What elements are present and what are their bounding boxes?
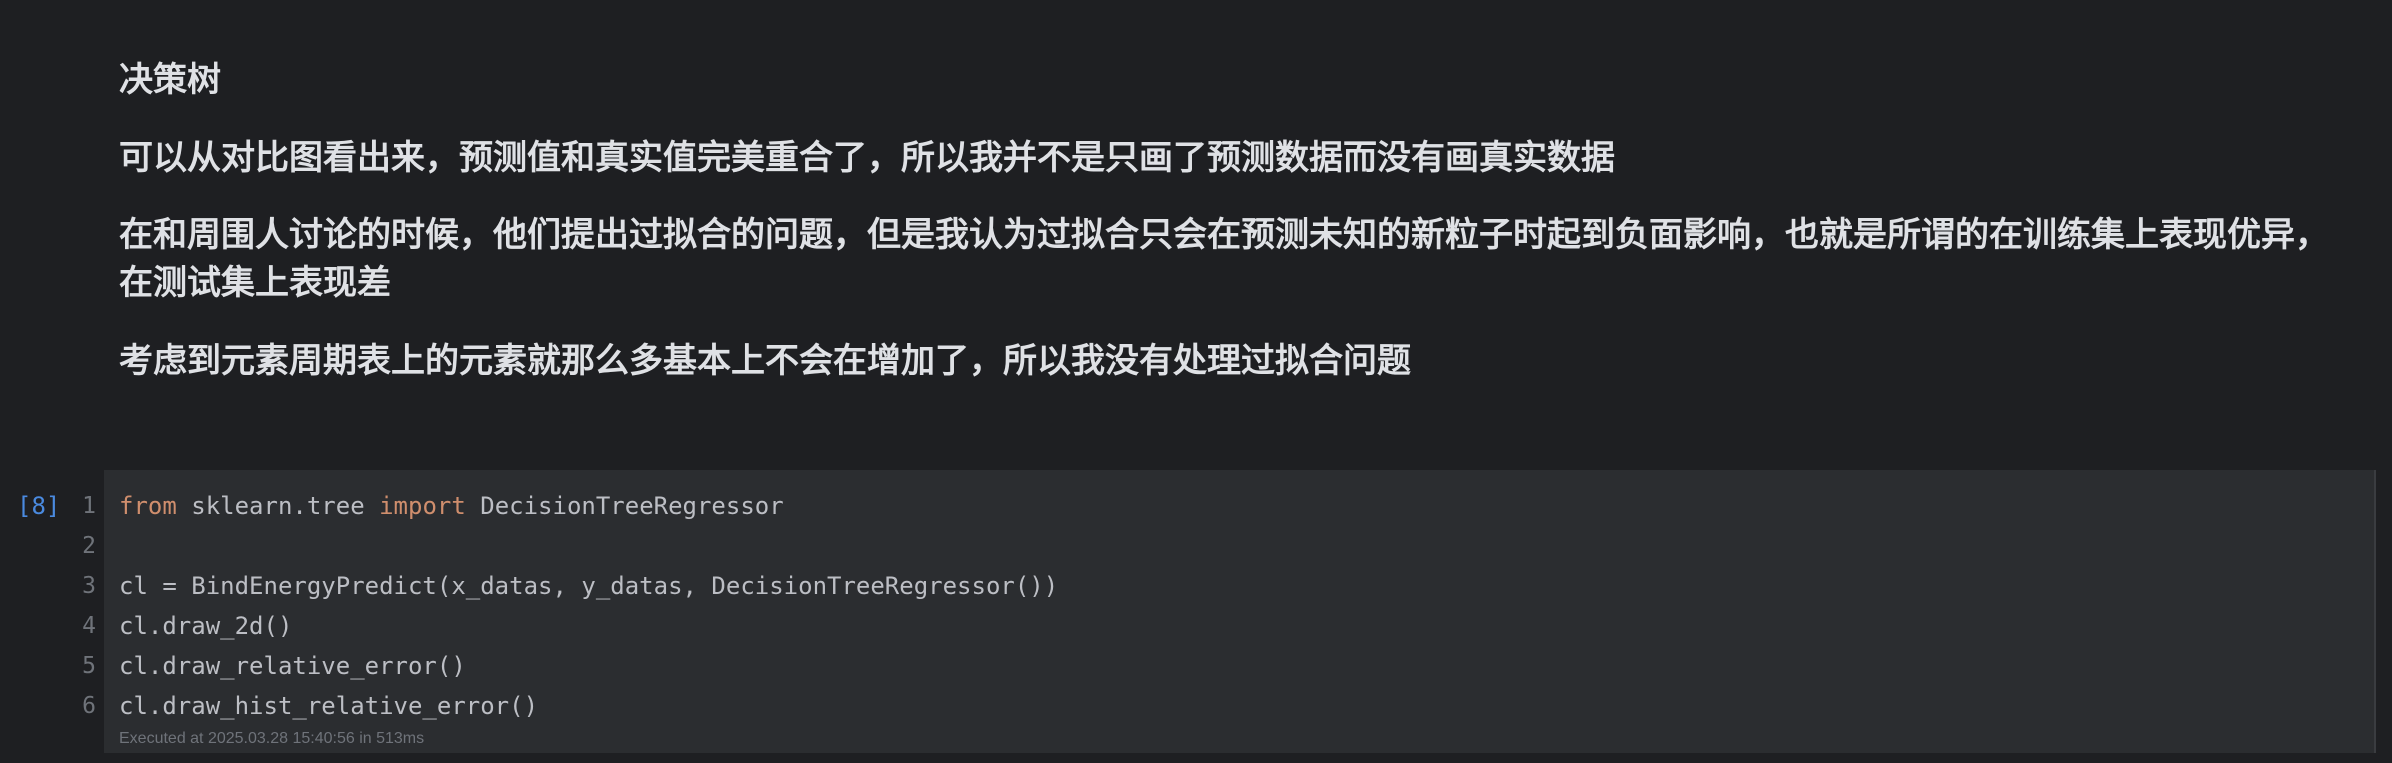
line-number: 6 [82,693,96,719]
keyword-import: import [379,492,466,520]
markdown-heading: 决策树 [119,60,221,100]
line-number: 3 [82,573,96,599]
code-text: cl.draw_hist_relative_error() [119,692,539,720]
line-number: 5 [82,653,96,679]
code-cell[interactable]: [8] 1 from sklearn.tree import DecisionT… [0,470,2392,763]
keyword-from: from [119,492,177,520]
code-line-3[interactable]: 3 cl = BindEnergyPredict(x_datas, y_data… [82,566,2376,606]
line-number: 4 [82,613,96,639]
markdown-paragraph-3: 考虑到元素周期表上的元素就那么多基本上不会在增加了，所以我没有处理过拟合问题 [119,341,1411,381]
line-number: 1 [82,493,96,519]
code-text: cl.draw_relative_error() [119,652,466,680]
module-name: sklearn.tree [176,492,380,520]
import-name: DecisionTreeRegressor [465,492,784,520]
code-editor[interactable]: 1 from sklearn.tree import DecisionTreeR… [82,470,2376,753]
markdown-cell[interactable]: 决策树 可以从对比图看出来，预测值和真实值完美重合了，所以我并不是只画了预测数据… [0,0,2392,470]
code-line-6[interactable]: 6 cl.draw_hist_relative_error() [82,686,2376,726]
code-line-5[interactable]: 5 cl.draw_relative_error() [82,646,2376,686]
code-line-1[interactable]: 1 from sklearn.tree import DecisionTreeR… [82,486,2376,526]
code-text: from sklearn.tree import DecisionTreeReg… [119,486,784,526]
scrollbar-edge[interactable] [2374,470,2376,753]
markdown-paragraph-1: 可以从对比图看出来，预测值和真实值完美重合了，所以我并不是只画了预测数据而没有画… [119,138,1615,178]
code-text: cl.draw_2d() [119,612,293,640]
code-line-2[interactable]: 2 [82,526,2376,566]
markdown-paragraph-2: 在和周围人讨论的时候，他们提出过拟合的问题，但是我认为过拟合只会在预测未知的新粒… [119,215,2329,303]
execution-status: Executed at 2025.03.28 15:40:56 in 513ms [119,730,425,747]
line-number: 2 [82,533,96,559]
code-line-4[interactable]: 4 cl.draw_2d() [82,606,2376,646]
execution-count: [8] [17,492,61,520]
code-text: cl = BindEnergyPredict(x_datas, y_datas,… [119,572,1059,600]
